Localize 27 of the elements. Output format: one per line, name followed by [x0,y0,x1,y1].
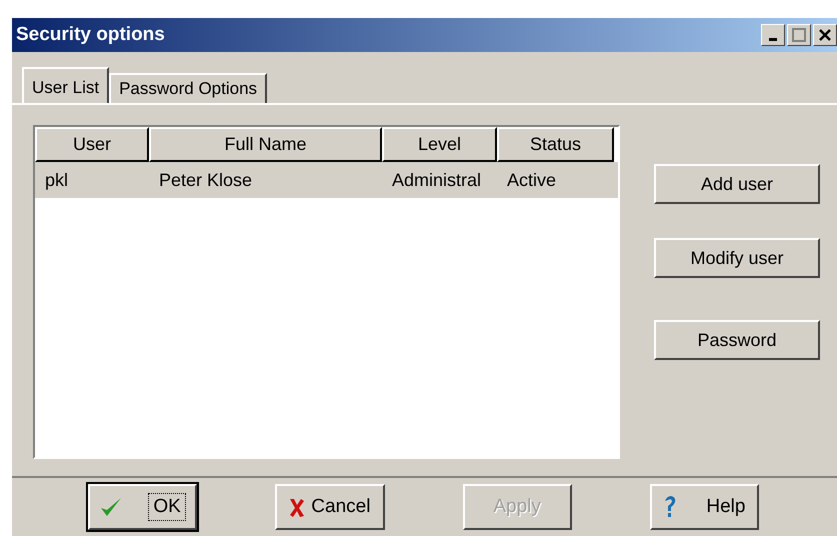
table-cell-text: Active [506,168,558,192]
minimize-icon [769,38,777,40]
maximize-icon [792,28,806,42]
close-button[interactable] [813,24,837,46]
column-header[interactable]: Level [382,127,497,162]
action-button[interactable]: Add user [654,164,820,204]
minimize-button[interactable] [761,24,785,46]
window-title: Security options [16,24,165,46]
column-header[interactable]: User [35,127,149,162]
close-icon [818,28,832,42]
tab[interactable]: User List [22,67,110,103]
cross-icon [289,496,306,518]
maximize-button[interactable] [787,24,811,46]
question-mark-icon [663,495,678,519]
table-cell-text: Administral [391,168,482,192]
dialog-button[interactable]: Cancel [275,484,384,530]
table-cell-text: pkl [44,168,70,192]
dialog-button[interactable]: Help [650,484,759,530]
action-button[interactable]: Modify user [654,238,820,278]
table-cell-text: Peter Klose [158,168,254,192]
column-header[interactable]: Full Name [149,127,382,162]
action-button[interactable]: Password [654,320,820,360]
column-header[interactable]: Status [497,127,614,162]
dialog-button[interactable]: OK [88,484,198,530]
table-row[interactable]: pkl Peter Klose Administral Active [35,162,618,198]
tab[interactable]: Password Options [109,73,268,103]
checkmark-icon [99,496,124,518]
